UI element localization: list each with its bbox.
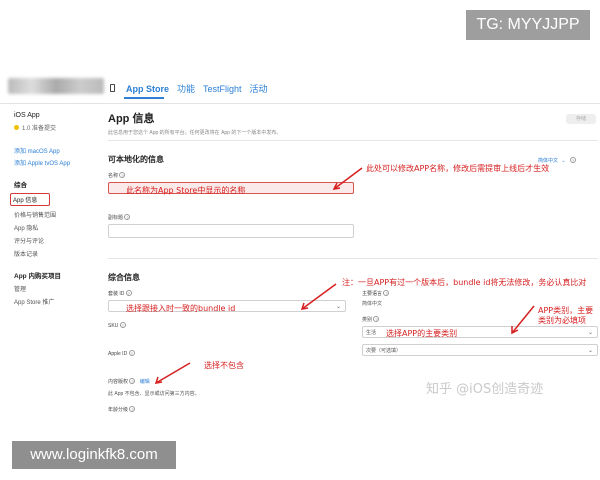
annotation-arrow-category bbox=[511, 305, 535, 335]
annotation-bundle-note: 注：一旦APP有过一个版本后，bundle id将无法修改，务必认真比对 bbox=[342, 278, 587, 287]
annotation-content-note: 选择不包含 bbox=[204, 361, 244, 370]
annotation-category-note: APP类别，主要类别为必填项 bbox=[538, 306, 594, 325]
annotation-name-note: 此处可以修改APP名称，修改后需提审上线后才生效 bbox=[366, 164, 550, 173]
annotation-arrows bbox=[154, 167, 535, 384]
url-badge: www.loginkfk8.com bbox=[12, 441, 176, 469]
annotation-arrow-bundle bbox=[300, 283, 337, 310]
annotation-arrow-name bbox=[332, 167, 363, 190]
watermark: 知乎 @iOS创造奇迹 bbox=[426, 382, 544, 397]
annotation-arrow-content bbox=[154, 362, 191, 384]
